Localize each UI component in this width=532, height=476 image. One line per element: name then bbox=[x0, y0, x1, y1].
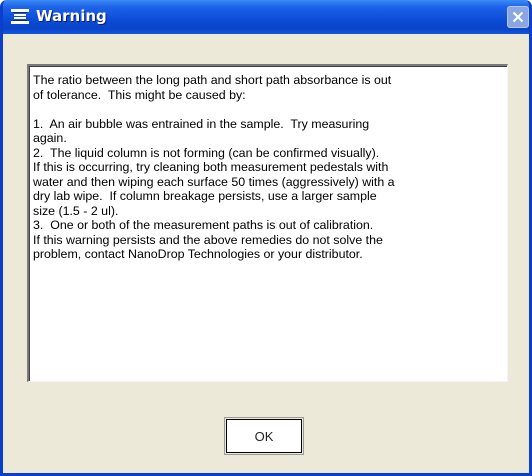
title-bar[interactable]: Warning bbox=[3, 0, 529, 34]
message-line bbox=[33, 102, 503, 117]
dialog-title: Warning bbox=[36, 7, 107, 25]
close-button[interactable] bbox=[507, 6, 529, 28]
warning-message-box: The ratio between the long path and shor… bbox=[27, 64, 508, 382]
message-line: of tolerance. This might be caused by: bbox=[33, 87, 246, 102]
message-line: dry lab wipe. If column breakage persist… bbox=[33, 189, 377, 203]
message-line: If this warning persists and the above r… bbox=[33, 232, 383, 247]
message-line: size (1.5 - 2 ul). bbox=[33, 203, 119, 218]
message-line: water and then wiping each surface 50 ti… bbox=[33, 174, 395, 189]
ok-button[interactable]: OK bbox=[224, 417, 304, 455]
message-line: 2. The liquid column is not forming (can… bbox=[33, 145, 380, 160]
message-line: The ratio between the long path and shor… bbox=[33, 73, 392, 87]
message-line: problem, contact NanoDrop Technologies o… bbox=[33, 247, 363, 261]
dialog-menu-icon[interactable] bbox=[11, 9, 29, 25]
message-line: again. bbox=[33, 131, 67, 145]
message-line: 1. An air bubble was entrained in the sa… bbox=[33, 116, 370, 131]
message-line: 3. One or both of the measurement paths … bbox=[33, 218, 374, 232]
message-line: If this is occurring, try cleaning both … bbox=[33, 160, 389, 174]
warning-dialog: Warning The ratio between the long path … bbox=[0, 0, 532, 476]
close-icon bbox=[512, 11, 524, 23]
